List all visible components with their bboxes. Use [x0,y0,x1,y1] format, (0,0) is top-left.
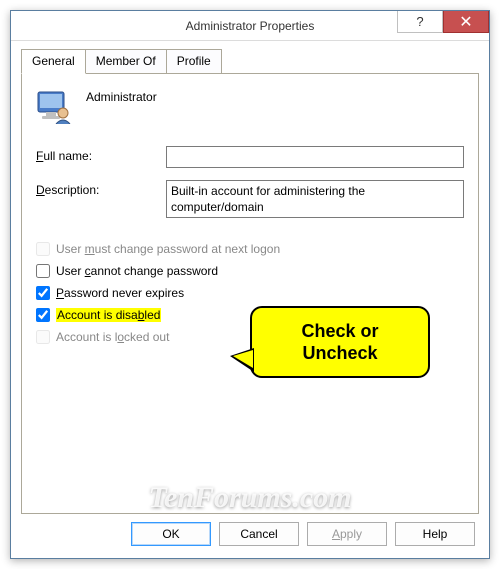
description-row: Description: Built-in account for admini… [36,180,464,218]
cannot-change-password-label: User cannot change password [56,264,218,278]
help-icon[interactable]: ? [397,11,443,33]
close-icon[interactable]: ✕ [443,11,489,33]
fullname-label: Full name: [36,146,166,163]
dialog-buttons: OK Cancel Apply Help [21,514,479,546]
annotation-callout: Check orUncheck [250,306,430,378]
must-change-password-row: User must change password at next logon [36,242,464,256]
tab-profile[interactable]: Profile [166,49,222,73]
tab-panel-general: Administrator Full name: Description: Bu… [21,74,479,514]
titlebar: Administrator Properties ? ✕ [11,11,489,41]
tab-strip: General Member Of Profile [21,49,479,74]
cannot-change-password-checkbox[interactable] [36,264,50,278]
password-never-expires-row: Password never expires [36,286,464,300]
fullname-row: Full name: [36,146,464,168]
callout-text: Check orUncheck [301,320,378,365]
must-change-password-label: User must change password at next logon [56,242,280,256]
account-disabled-label: Account is disabled [56,308,161,322]
user-icon [36,88,72,124]
description-input[interactable]: Built-in account for administering the c… [166,180,464,218]
username-label: Administrator [86,88,157,104]
account-locked-label: Account is locked out [56,330,169,344]
password-never-expires-label: Password never expires [56,286,184,300]
titlebar-controls: ? ✕ [397,11,489,33]
tab-general[interactable]: General [21,49,86,74]
description-label: Description: [36,180,166,197]
cancel-button[interactable]: Cancel [219,522,299,546]
ok-button[interactable]: OK [131,522,211,546]
password-never-expires-checkbox[interactable] [36,286,50,300]
fullname-input[interactable] [166,146,464,168]
apply-button[interactable]: Apply [307,522,387,546]
dialog-content: General Member Of Profile Administrator … [11,41,489,556]
tab-member-of[interactable]: Member Of [85,49,167,73]
dialog-window: Administrator Properties ? ✕ General Mem… [10,10,490,559]
must-change-password-checkbox [36,242,50,256]
account-disabled-checkbox[interactable] [36,308,50,322]
user-header: Administrator [36,88,464,124]
cannot-change-password-row: User cannot change password [36,264,464,278]
help-button[interactable]: Help [395,522,475,546]
account-locked-checkbox [36,330,50,344]
